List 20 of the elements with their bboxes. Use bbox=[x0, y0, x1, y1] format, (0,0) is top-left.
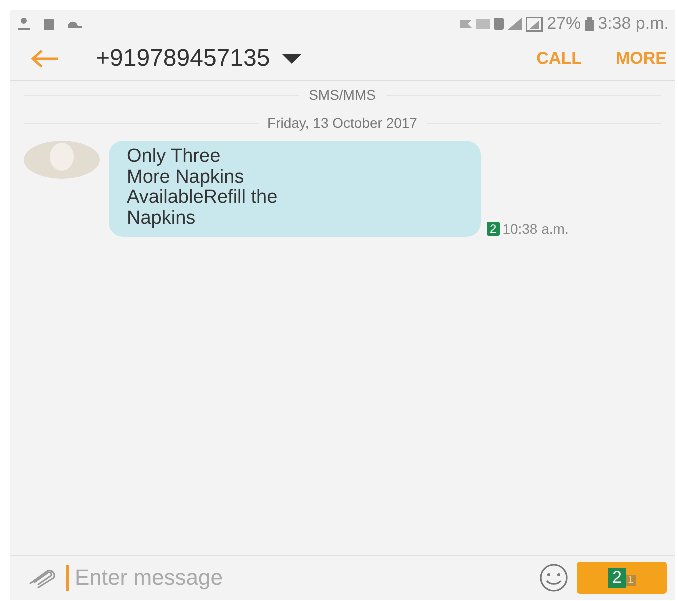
date-label: Friday, 13 October 2017 bbox=[268, 115, 418, 131]
dropdown-caret-icon[interactable] bbox=[282, 53, 302, 65]
signal-icon bbox=[526, 16, 544, 32]
person-icon bbox=[18, 18, 30, 30]
flag-icon bbox=[460, 20, 472, 28]
signal-icon bbox=[508, 18, 522, 30]
message-bubble: Only Three More Napkins AvailableRefill the Napkins bbox=[109, 141, 481, 237]
clock: 3:38 p.m. bbox=[598, 14, 669, 34]
document-icon bbox=[44, 18, 54, 30]
emoji-icon[interactable] bbox=[539, 563, 569, 593]
battery-icon bbox=[585, 17, 594, 31]
message-time: 10:38 a.m. bbox=[502, 221, 569, 237]
channel-label: SMS/MMS bbox=[309, 87, 376, 103]
message-field[interactable]: Enter message bbox=[66, 565, 531, 591]
send-button[interactable]: 2 1 bbox=[577, 562, 667, 594]
contact-number[interactable]: +919789457135 bbox=[96, 45, 270, 73]
sim-icon bbox=[494, 18, 504, 30]
back-arrow-icon[interactable] bbox=[30, 49, 60, 69]
battery-percent: 27% bbox=[547, 14, 582, 34]
sim-badge: 2 bbox=[487, 222, 500, 236]
